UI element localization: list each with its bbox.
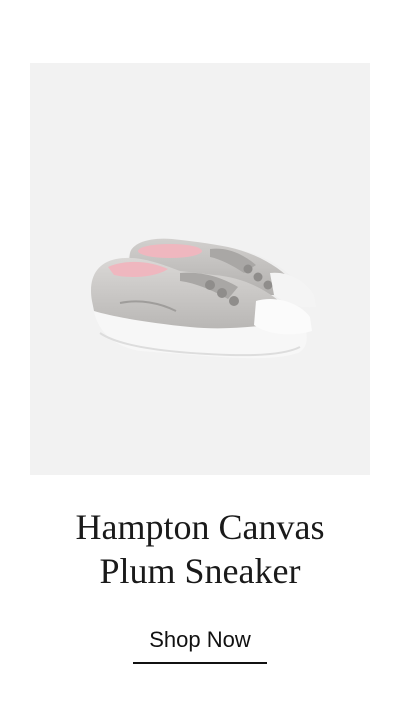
sneaker-illustration	[91, 238, 316, 359]
shop-now-link[interactable]: Shop Now	[133, 624, 267, 664]
product-title-line-2: Plum Sneaker	[99, 551, 301, 591]
product-title: Hampton Canvas Plum Sneaker	[0, 505, 400, 593]
product-image[interactable]	[30, 63, 370, 475]
product-title-line-1: Hampton Canvas	[75, 507, 325, 547]
